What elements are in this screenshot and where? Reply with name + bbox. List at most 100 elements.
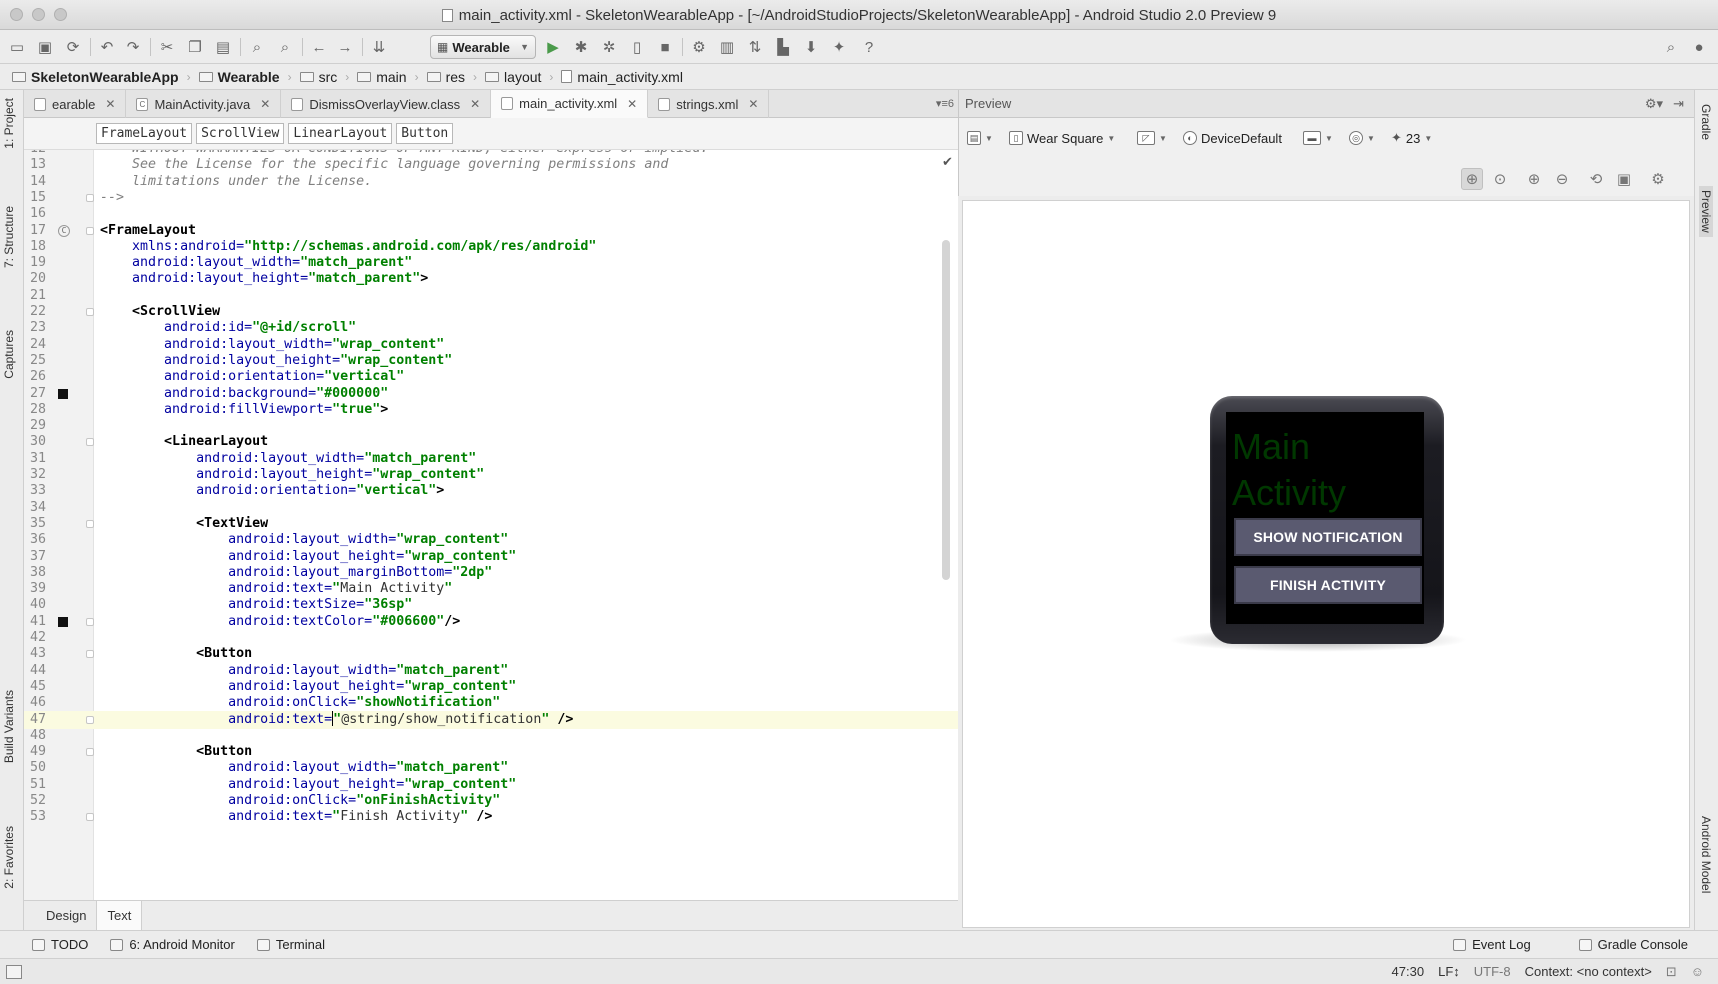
code-line[interactable]: 36 android:layout_width="wrap_content": [24, 531, 958, 549]
code-line[interactable]: 33 android:orientation="vertical">: [24, 482, 958, 500]
code-line[interactable]: 47 android:text="@string/show_notificati…: [24, 710, 958, 729]
settings-gear-icon[interactable]: ⚙▾: [1645, 96, 1663, 112]
configuration-button[interactable]: ▤ ▼: [967, 126, 993, 150]
breadcrumb-item-module[interactable]: Wearable: [198, 69, 280, 85]
editor-tab[interactable]: main_activity.xml ✕: [491, 90, 649, 118]
close-tab-icon[interactable]: ✕: [627, 97, 637, 111]
apply-changes-icon[interactable]: ▯: [626, 36, 648, 58]
sdk-manager-icon[interactable]: ⬇: [800, 36, 822, 58]
code-line[interactable]: 31 android:layout_width="match_parent": [24, 450, 958, 468]
code-line[interactable]: 23 android:id="@+id/scroll": [24, 319, 958, 337]
breadcrumb-item-main[interactable]: main: [357, 69, 407, 85]
attach-icon[interactable]: ✲: [598, 36, 620, 58]
code-line[interactable]: 48: [24, 727, 958, 745]
fold-marker-icon[interactable]: [86, 438, 94, 447]
tab-text[interactable]: Text: [97, 901, 143, 930]
code-line[interactable]: 34: [24, 499, 958, 517]
code-line[interactable]: 49 <Button: [24, 743, 958, 761]
run-configuration-select[interactable]: ▦ Wearable ▼: [430, 35, 536, 59]
code-line[interactable]: 16: [24, 205, 958, 223]
close-tab-icon[interactable]: ✕: [260, 97, 270, 111]
fold-marker-icon[interactable]: [86, 226, 94, 235]
tool-tab-android-monitor[interactable]: 6: Android Monitor: [110, 937, 235, 952]
code-line[interactable]: 26 android:orientation="vertical": [24, 368, 958, 386]
zoom-in-icon[interactable]: ⊕: [1523, 168, 1545, 190]
code-line[interactable]: 18 xmlns:android="http://schemas.android…: [24, 238, 958, 256]
code-line[interactable]: 24 android:layout_width="wrap_content": [24, 336, 958, 354]
forward-icon[interactable]: →: [334, 36, 356, 58]
zoom-to-fit-icon[interactable]: ⊕: [1461, 168, 1483, 190]
code-line[interactable]: 28 android:fillViewport="true">: [24, 401, 958, 419]
code-line[interactable]: 40 android:textSize="36sp": [24, 596, 958, 614]
code-line[interactable]: 27 android:background="#000000": [24, 385, 958, 403]
fold-marker-icon[interactable]: [86, 617, 94, 626]
code-line[interactable]: 35 <TextView: [24, 515, 958, 533]
file-encoding[interactable]: UTF-8: [1474, 964, 1511, 979]
hide-panel-icon[interactable]: ⇥: [1673, 96, 1684, 112]
breadcrumb-item-res[interactable]: res: [426, 69, 465, 85]
tool-tab-favorites[interactable]: 2: Favorites: [2, 826, 16, 889]
redo-icon[interactable]: ↷: [122, 36, 144, 58]
undo-icon[interactable]: ↶: [96, 36, 118, 58]
refresh-icon[interactable]: ⟲: [1585, 168, 1607, 190]
code-line[interactable]: 50 android:layout_width="match_parent": [24, 759, 958, 777]
code-line[interactable]: 52 android:onClick="onFinishActivity": [24, 792, 958, 810]
xml-breadcrumb-item[interactable]: ScrollView: [196, 123, 285, 144]
fold-marker-icon[interactable]: [86, 715, 94, 724]
account-icon[interactable]: ●: [1688, 36, 1710, 58]
code-line[interactable]: 39 android:text="Main Activity": [24, 580, 958, 598]
activity-button[interactable]: ▬ ▼: [1303, 126, 1333, 150]
locale-button[interactable]: ◎ ▼: [1349, 126, 1375, 150]
code-line[interactable]: 42: [24, 629, 958, 647]
class-gutter-icon[interactable]: C: [58, 224, 70, 237]
show-notification-button[interactable]: SHOW NOTIFICATION: [1234, 518, 1422, 556]
tool-tab-android-model[interactable]: Android Model: [1699, 816, 1713, 893]
open-icon[interactable]: ▭: [6, 36, 28, 58]
xml-breadcrumb-item[interactable]: Button: [396, 123, 454, 144]
code-line[interactable]: 53 android:text="Finish Activity" />: [24, 808, 958, 826]
tool-tab-captures[interactable]: Captures: [2, 330, 16, 379]
fold-marker-icon[interactable]: [86, 813, 94, 822]
replace-icon[interactable]: ⌕: [274, 36, 296, 58]
cursor-position[interactable]: 47:30: [1392, 964, 1425, 979]
device-monitor-icon[interactable]: ▙: [772, 36, 794, 58]
hidden-tabs-indicator[interactable]: ▾≡6: [936, 97, 954, 110]
close-tab-icon[interactable]: ✕: [470, 97, 480, 111]
code-line[interactable]: 43 <Button: [24, 645, 958, 663]
device-select[interactable]: ▯ Wear Square ▼: [1009, 126, 1115, 150]
color-swatch-icon[interactable]: [58, 616, 68, 627]
actual-size-icon[interactable]: ⊙: [1489, 168, 1511, 190]
make-icon[interactable]: ⇊: [368, 36, 390, 58]
breadcrumb-item-file[interactable]: main_activity.xml: [561, 69, 683, 85]
tool-tab-build-variants[interactable]: Build Variants: [2, 690, 16, 763]
code-line[interactable]: 46 android:onClick="showNotification": [24, 694, 958, 712]
context-indicator[interactable]: Context: <no context>: [1525, 964, 1652, 979]
lock-icon[interactable]: ⊡: [1666, 964, 1677, 980]
code-line[interactable]: 37 android:layout_height="wrap_content": [24, 548, 958, 566]
tab-design[interactable]: Design: [36, 901, 98, 930]
code-line[interactable]: 38 android:layout_marginBottom="2dp": [24, 564, 958, 582]
code-line[interactable]: 25 android:layout_height="wrap_content": [24, 352, 958, 370]
code-line[interactable]: 44 android:layout_width="match_parent": [24, 662, 958, 680]
api-level-select[interactable]: ✦ 23 ▼: [1391, 126, 1432, 150]
tool-tab-gradle[interactable]: Gradle: [1699, 104, 1713, 140]
code-line[interactable]: 17 C <FrameLayout: [24, 222, 958, 240]
find-icon[interactable]: ⌕: [246, 36, 268, 58]
fold-marker-icon[interactable]: [86, 650, 94, 659]
editor-tab[interactable]: C MainActivity.java ✕: [126, 90, 282, 118]
code-line[interactable]: 19 android:layout_width="match_parent": [24, 254, 958, 272]
tool-tab-structure[interactable]: 7: Structure: [2, 206, 16, 268]
zoom-out-icon[interactable]: ⊖: [1551, 168, 1573, 190]
xml-breadcrumb-item[interactable]: LinearLayout: [288, 123, 393, 144]
stop-icon[interactable]: ■: [654, 36, 676, 58]
code-line[interactable]: 21: [24, 287, 958, 305]
fold-marker-icon[interactable]: [86, 308, 94, 316]
back-icon[interactable]: ←: [308, 36, 330, 58]
breadcrumb-item-project[interactable]: SkeletonWearableApp: [12, 69, 179, 85]
search-icon[interactable]: ⌕: [1660, 36, 1682, 58]
code-editor[interactable]: ✔ 12 WITHOUT WARRANTIES OR CONDITIONS OF…: [24, 150, 958, 900]
android-icon[interactable]: ✦: [828, 36, 850, 58]
tool-tab-todo[interactable]: TODO: [32, 937, 88, 952]
settings-gear-icon[interactable]: ⚙: [1647, 168, 1669, 190]
breadcrumb-item-layout[interactable]: layout: [485, 69, 541, 85]
